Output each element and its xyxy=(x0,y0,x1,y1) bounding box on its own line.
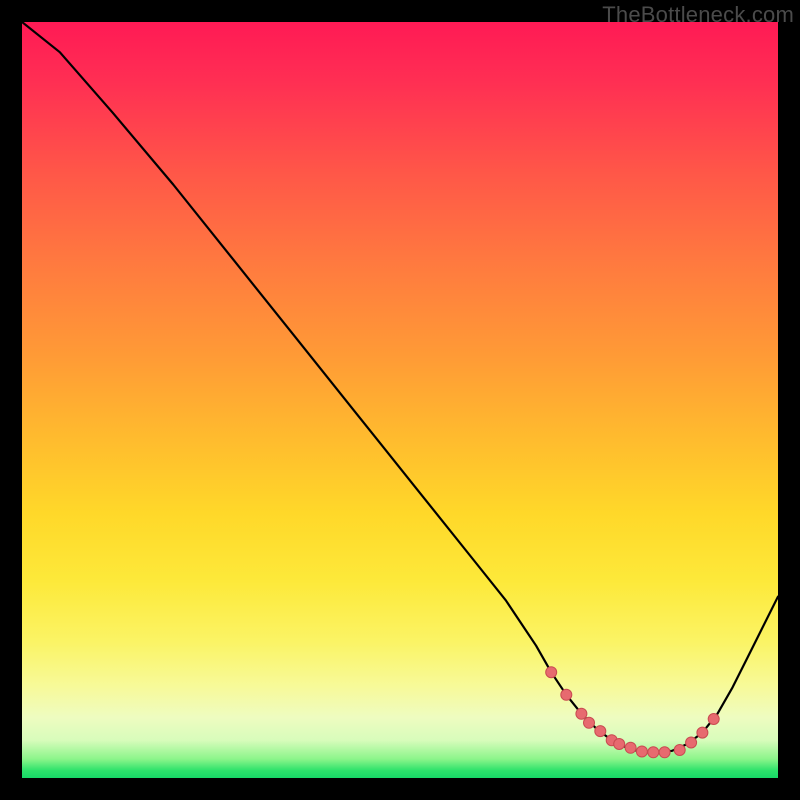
marker-dot xyxy=(686,737,697,748)
marker-dot xyxy=(674,745,685,756)
marker-dot xyxy=(659,747,670,758)
marker-dot xyxy=(648,747,659,758)
marker-dot xyxy=(576,708,587,719)
marker-dot xyxy=(584,717,595,728)
marker-dot xyxy=(595,726,606,737)
bottleneck-curve xyxy=(22,22,778,752)
chart-frame xyxy=(22,22,778,778)
chart-overlay xyxy=(22,22,778,778)
marker-dot xyxy=(546,667,557,678)
watermark-label: TheBottleneck.com xyxy=(602,2,794,28)
marker-dot xyxy=(636,746,647,757)
marker-dot xyxy=(697,727,708,738)
marker-dot xyxy=(625,742,636,753)
marker-dot xyxy=(614,739,625,750)
marker-dot xyxy=(561,689,572,700)
marker-dot xyxy=(708,714,719,725)
highlight-markers xyxy=(546,667,720,758)
